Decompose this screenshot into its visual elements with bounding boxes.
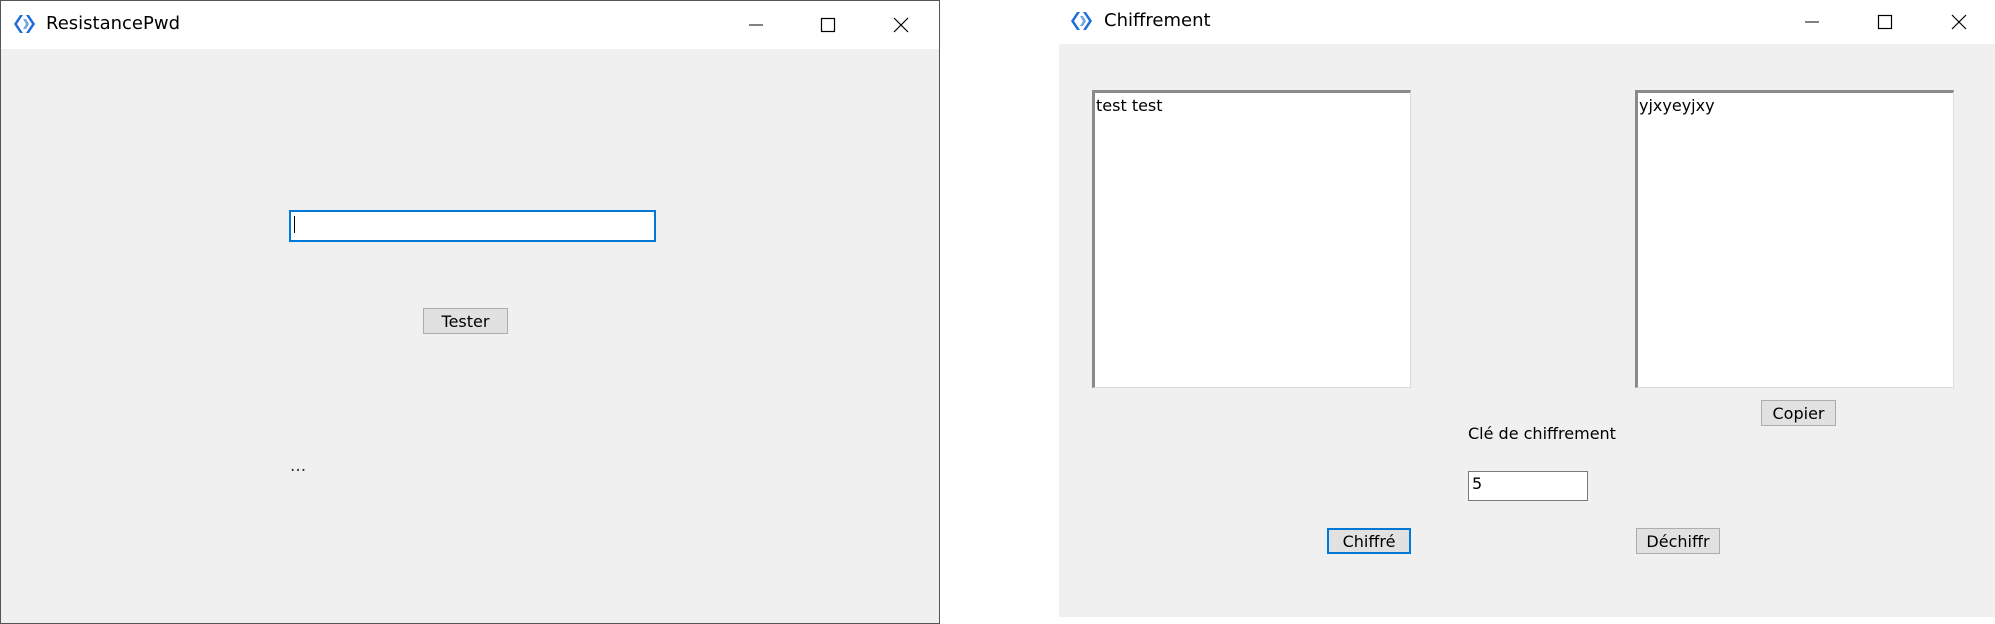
copy-button[interactable]: Copier (1761, 400, 1836, 426)
maximize-button[interactable] (794, 1, 862, 49)
decrypt-button[interactable]: Déchiffr (1636, 528, 1720, 554)
close-icon (1951, 14, 1967, 30)
cipher-text-area[interactable]: yjxyeyjxy (1635, 90, 1954, 388)
minimize-icon (749, 24, 763, 26)
close-button[interactable] (1925, 0, 1993, 44)
close-icon (893, 17, 909, 33)
maximize-icon (820, 17, 836, 33)
minimize-icon (1805, 21, 1819, 23)
minimize-button[interactable] (722, 1, 790, 49)
plain-text-area[interactable]: test test (1092, 90, 1411, 388)
title-bar[interactable]: ResistancePwd (1, 1, 939, 49)
app-icon (14, 15, 35, 33)
maximize-button[interactable] (1851, 0, 1919, 44)
password-input[interactable] (289, 210, 656, 242)
close-button[interactable] (867, 1, 935, 49)
cipher-window: Chiffrement test test yjxyeyjxy Copier C… (1059, 0, 1995, 617)
resistance-window: ResistancePwd Tester ... (0, 0, 940, 624)
text-caret (294, 216, 295, 233)
window-title: ResistancePwd (46, 13, 180, 34)
app-icon (1071, 12, 1092, 30)
key-input[interactable]: 5 (1468, 471, 1588, 501)
window-title: Chiffrement (1104, 10, 1211, 31)
result-text: ... (290, 456, 307, 476)
minimize-button[interactable] (1778, 0, 1846, 44)
encrypt-button[interactable]: Chiffré (1327, 528, 1411, 554)
key-label: Clé de chiffrement (1468, 424, 1616, 443)
maximize-icon (1877, 14, 1893, 30)
title-bar[interactable]: Chiffrement (1059, 0, 1995, 44)
test-button[interactable]: Tester (423, 308, 508, 334)
